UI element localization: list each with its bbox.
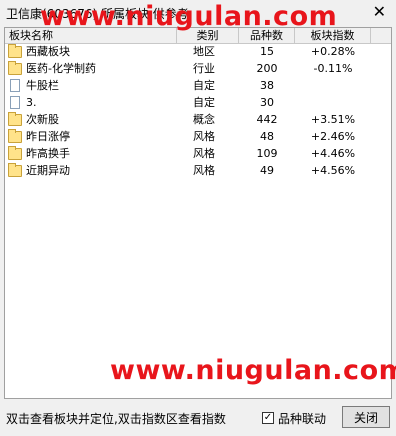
document-icon [10, 79, 20, 92]
block-count: 109 [256, 147, 278, 160]
block-index: +3.51% [310, 113, 356, 126]
block-index: -0.11% [313, 62, 353, 75]
table-row[interactable]: 西藏板块 地区 15 +0.28% [5, 44, 391, 60]
block-type: 地区 [193, 45, 215, 58]
block-type: 风格 [193, 147, 215, 160]
table-row[interactable]: 牛股栏 自定 38 [5, 78, 391, 94]
folder-icon [8, 163, 22, 177]
block-type: 自定 [193, 96, 215, 109]
document-icon [10, 96, 20, 109]
block-count: 30 [260, 96, 274, 109]
close-button[interactable]: 关闭 [342, 406, 390, 428]
table-row[interactable]: 昨高换手 风格 109 +4.46% [5, 146, 391, 162]
block-name: 3. [26, 96, 37, 109]
block-count: 200 [256, 62, 278, 75]
block-name: 近期异动 [26, 164, 70, 177]
status-hint: 双击查看板块并定位,双击指数区查看指数 [6, 412, 226, 426]
block-name: 次新股 [26, 113, 59, 126]
block-table: 板块名称 类别 品种数 板块指数 西藏板块 地区 15 +0.28% 医药-化学制药 行业… [4, 27, 392, 399]
block-name: 牛股栏 [26, 79, 59, 92]
block-count: 49 [260, 164, 274, 177]
linkage-label[interactable]: 品种联动 [278, 410, 326, 427]
block-name: 昨日涨停 [26, 130, 70, 143]
table-row[interactable]: 近期异动 风格 49 +4.56% [5, 163, 391, 179]
block-type: 自定 [193, 79, 215, 92]
block-name: 医药-化学制药 [26, 62, 96, 75]
block-name: 西藏板块 [26, 45, 70, 58]
table-row[interactable]: 次新股 概念 442 +3.51% [5, 112, 391, 128]
folder-icon [8, 61, 22, 75]
block-type: 风格 [193, 130, 215, 143]
block-index: +0.28% [310, 45, 356, 58]
bottom-bar: 双击查看板块并定位,双击指数区查看指数 ✓ 品种联动 关闭 [0, 401, 396, 436]
block-type: 概念 [193, 113, 215, 126]
folder-icon [8, 112, 22, 126]
block-index: +4.56% [310, 164, 356, 177]
table-row[interactable]: 医药-化学制药 行业 200 -0.11% [5, 61, 391, 77]
block-count: 15 [260, 45, 274, 58]
block-name: 昨高换手 [26, 147, 70, 160]
folder-icon [8, 129, 22, 143]
table-row[interactable]: 3. 自定 30 [5, 95, 391, 111]
table-row[interactable]: 昨日涨停 风格 48 +2.46% [5, 129, 391, 145]
block-count: 38 [260, 79, 274, 92]
folder-icon [8, 146, 22, 160]
close-icon[interactable]: ✕ [373, 2, 386, 21]
watermark: www.niugulan.com [110, 355, 396, 386]
block-count: 48 [260, 130, 274, 143]
block-count: 442 [256, 113, 278, 126]
watermark: www.niugulan.com [40, 1, 338, 32]
linkage-checkbox[interactable]: ✓ [262, 412, 274, 424]
folder-icon [8, 44, 22, 58]
block-type: 行业 [193, 62, 215, 75]
block-index: +4.46% [310, 147, 356, 160]
block-type: 风格 [193, 164, 215, 177]
block-index: +2.46% [310, 130, 356, 143]
